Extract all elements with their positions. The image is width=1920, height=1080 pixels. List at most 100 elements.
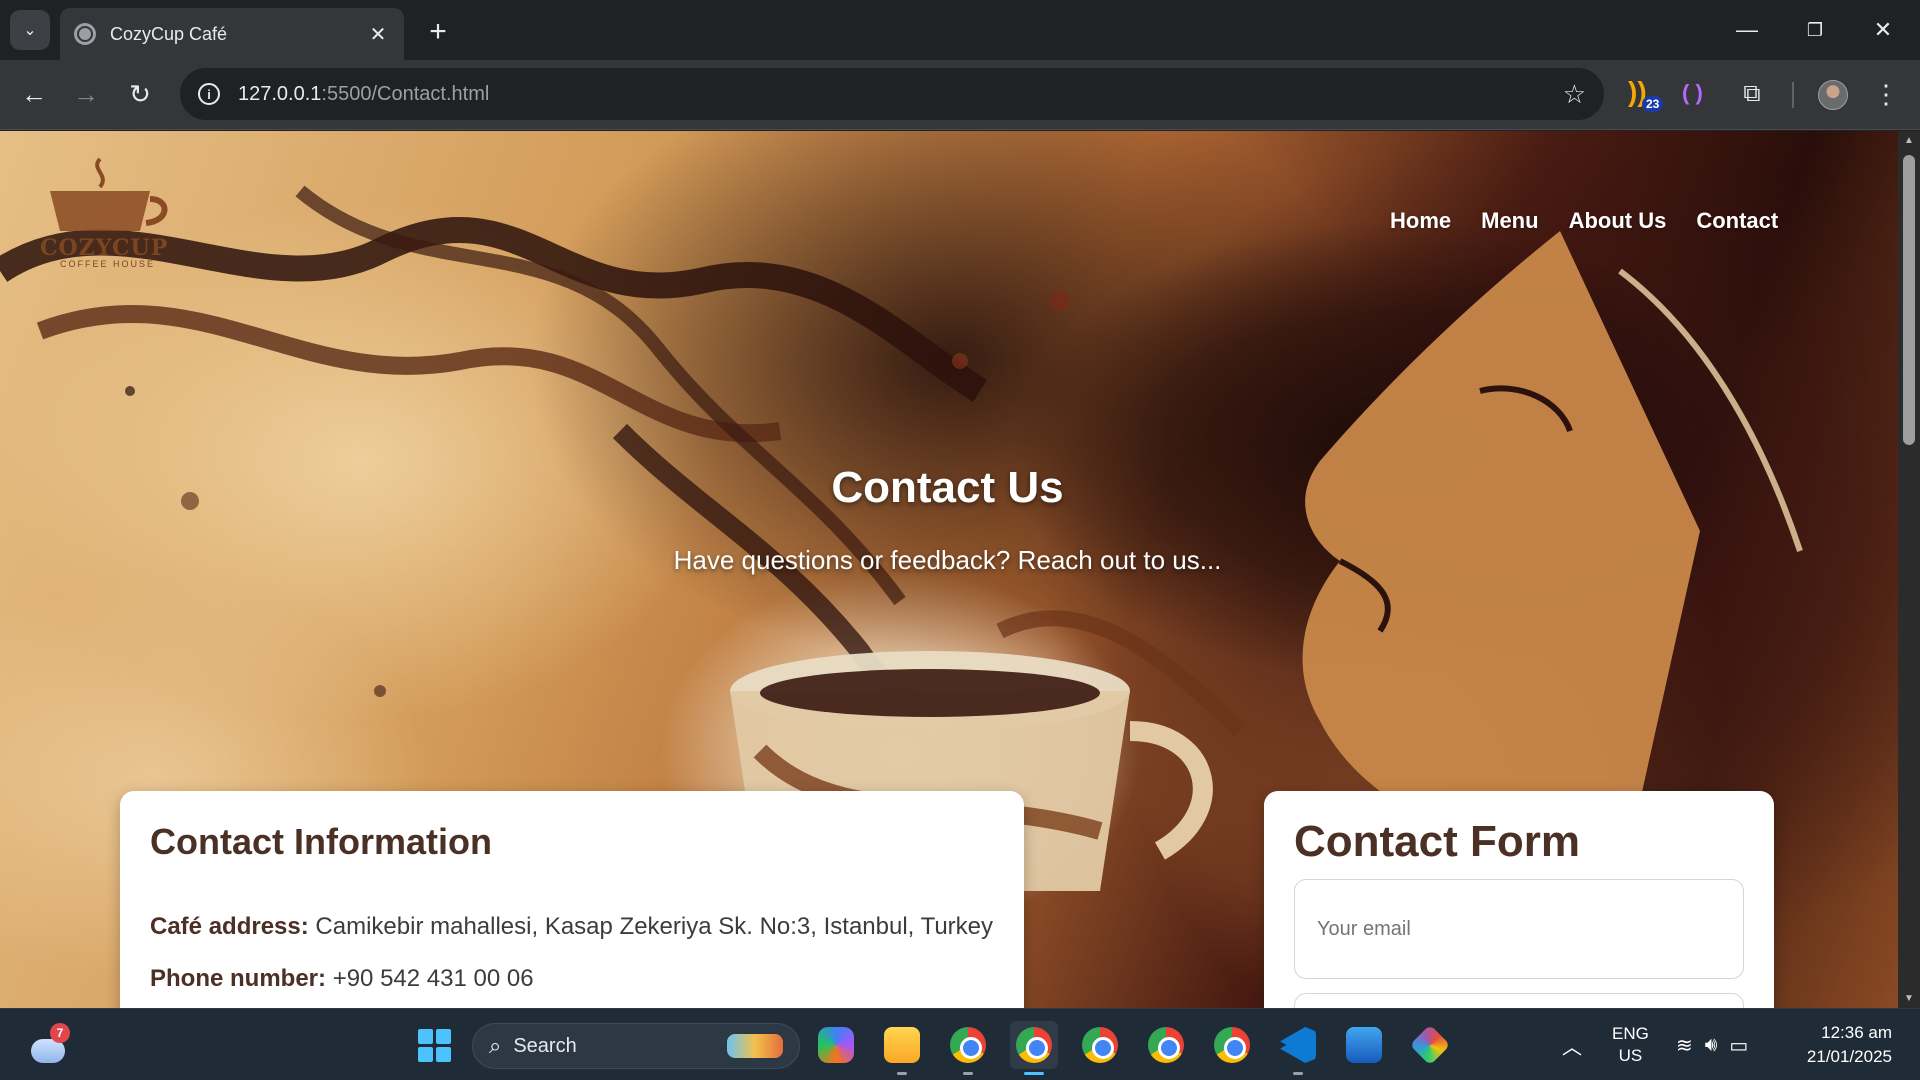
reload-button[interactable]: ↻ <box>120 74 160 114</box>
taskbar-vscode[interactable] <box>1274 1021 1322 1075</box>
chrome-icon <box>1148 1027 1184 1063</box>
main-nav: Home Menu About Us Contact <box>1390 208 1778 234</box>
profile-avatar[interactable] <box>1818 80 1848 110</box>
back-button[interactable]: ← <box>14 74 54 114</box>
nav-contact[interactable]: Contact <box>1696 208 1778 234</box>
taskbar-word[interactable] <box>1340 1021 1388 1069</box>
taskbar-git-app[interactable] <box>1406 1021 1454 1069</box>
running-indicator <box>1293 1072 1303 1075</box>
weather-widget[interactable]: 7 <box>24 1021 72 1069</box>
nav-menu[interactable]: Menu <box>1481 208 1538 234</box>
nav-about-us[interactable]: About Us <box>1569 208 1667 234</box>
tab-search-button[interactable]: ⌄ <box>10 10 50 50</box>
phone-line: Phone number: +90 542 431 00 06 <box>150 965 994 993</box>
contact-form-card: Contact Form <box>1264 791 1774 1008</box>
chevron-up-icon: ︿ <box>1562 1036 1582 1059</box>
taskbar-search[interactable]: ⌕ Search <box>472 1023 800 1069</box>
battery-icon: ▭ <box>1729 1034 1749 1057</box>
taskbar-chrome-3[interactable] <box>1076 1021 1124 1069</box>
reload-icon: ↻ <box>129 78 151 109</box>
taskbar-copilot[interactable] <box>812 1021 860 1069</box>
phone-value: +90 542 431 00 06 <box>332 965 534 992</box>
address-bar[interactable]: i 127.0.0.1:5500/Contact.html ☆ <box>180 68 1604 120</box>
wifi-icon: ≋ <box>1676 1034 1693 1057</box>
word-icon <box>1346 1027 1382 1063</box>
lang-region: US <box>1618 1046 1643 1065</box>
windows-logo-icon <box>417 1028 451 1062</box>
tray-overflow-button[interactable]: ︿ <box>1562 1009 1582 1080</box>
folder-icon <box>884 1027 920 1063</box>
rss-extension-button[interactable]: )) 23 <box>1628 76 1668 116</box>
contact-info-card: Contact Information Café address: Camike… <box>120 791 1024 1008</box>
browser-toolbar: ← → ↻ i 127.0.0.1:5500/Contact.html ☆ ))… <box>0 60 1920 130</box>
search-icon: ⌕ <box>489 1033 502 1058</box>
browser-tab[interactable]: CozyCup Café ✕ <box>60 8 404 60</box>
scroll-up-arrow-icon[interactable]: ▲ <box>1903 135 1915 146</box>
running-indicator <box>963 1072 973 1075</box>
start-button[interactable] <box>410 1021 458 1069</box>
page-viewport: COZYCUP COFFEE HOUSE Home Menu About Us … <box>0 131 1898 1008</box>
chrome-icon <box>1016 1027 1052 1063</box>
extension-icon[interactable]: ( ) <box>1682 80 1703 106</box>
taskbar-chrome-5[interactable] <box>1208 1021 1256 1069</box>
taskbar-chrome-1[interactable] <box>944 1021 992 1075</box>
scrollbar-thumb[interactable] <box>1903 155 1915 445</box>
url-path: :5500/Contact.html <box>321 82 490 105</box>
running-indicator <box>897 1072 907 1075</box>
browser-titlebar: ⌄ CozyCup Café ✕ + — ❐ ✕ <box>0 0 1920 60</box>
address-label: Café address: <box>150 913 309 940</box>
email-field[interactable] <box>1294 879 1744 979</box>
taskbar-clock[interactable]: 12:36 am 21/01/2025 <box>1792 1009 1892 1080</box>
copilot-icon <box>818 1027 854 1063</box>
extensions-button[interactable]: ⧉ <box>1732 74 1772 114</box>
contact-info-heading: Contact Information <box>150 821 492 862</box>
taskbar-file-explorer[interactable] <box>878 1021 926 1075</box>
lang-code: ENG <box>1612 1024 1649 1043</box>
nav-home[interactable]: Home <box>1390 208 1451 234</box>
site-logo[interactable]: COZYCUP COFFEE HOUSE <box>30 151 170 271</box>
arrow-left-icon: ← <box>21 78 47 109</box>
chrome-icon <box>1214 1027 1250 1063</box>
url-host: 127.0.0.1 <box>238 82 322 105</box>
git-diamond-icon <box>1409 1024 1451 1066</box>
chrome-icon <box>950 1027 986 1063</box>
new-tab-button[interactable]: + <box>420 14 456 50</box>
address-line: Café address: Camikebir mahallesi, Kasap… <box>150 913 994 941</box>
running-indicator <box>1024 1072 1044 1075</box>
coffee-cup-logo-icon <box>50 157 168 231</box>
tab-close-button[interactable]: ✕ <box>366 22 390 47</box>
window-close-button[interactable]: ✕ <box>1858 10 1908 50</box>
logo-brand-text: COZYCUP <box>40 235 169 261</box>
forward-button[interactable]: → <box>66 74 106 114</box>
chevron-down-icon: ⌄ <box>23 22 37 39</box>
search-label: Search <box>513 1034 577 1057</box>
clock-time: 12:36 am <box>1821 1023 1892 1042</box>
page-scrollbar[interactable]: ▲ ▼ <box>1898 131 1920 1008</box>
page-title: Contact Us <box>831 463 1064 512</box>
contact-form-heading: Contact Form <box>1294 817 1580 866</box>
language-indicator[interactable]: ENG US <box>1612 1009 1649 1080</box>
phone-label: Phone number: <box>150 965 327 992</box>
system-tray-icons[interactable]: ≋ 🔊︎ ▭ <box>1676 1009 1748 1080</box>
speaker-icon: 🔊︎ <box>1704 1033 1718 1056</box>
bookmark-star-icon[interactable]: ☆ <box>1563 79 1586 110</box>
more-vert-icon: ⋮ <box>1873 78 1899 109</box>
taskbar-chrome-4[interactable] <box>1142 1021 1190 1069</box>
scroll-down-arrow-icon[interactable]: ▼ <box>1903 993 1915 1004</box>
arrow-right-icon: → <box>73 78 99 109</box>
clock-date: 21/01/2025 <box>1806 1047 1892 1066</box>
logo-subtitle: COFFEE HOUSE <box>60 259 156 269</box>
weather-badge: 7 <box>50 1023 70 1043</box>
restore-button[interactable]: ❐ <box>1790 10 1840 50</box>
site-info-icon[interactable]: i <box>198 83 220 105</box>
taskbar-chrome-2[interactable] <box>1010 1021 1058 1075</box>
tab-title: CozyCup Café <box>110 23 228 44</box>
url-text[interactable]: 127.0.0.1:5500/Contact.html <box>238 83 1563 106</box>
extension-badge: 23 <box>1642 96 1664 112</box>
menu-button[interactable]: ⋮ <box>1866 74 1906 114</box>
address-value: Camikebir mahallesi, Kasap Zekeriya Sk. … <box>315 913 994 940</box>
puzzle-icon: ⧉ <box>1743 80 1761 107</box>
minimize-button[interactable]: — <box>1722 10 1772 50</box>
message-field[interactable] <box>1294 993 1744 1008</box>
chrome-icon <box>1082 1027 1118 1063</box>
